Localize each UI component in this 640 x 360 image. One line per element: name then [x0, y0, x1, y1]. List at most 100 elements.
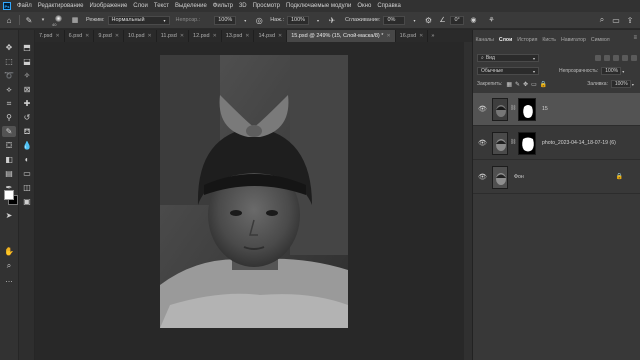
- tab-brush[interactable]: Кисть: [540, 37, 559, 43]
- close-icon[interactable]: ✕: [148, 33, 152, 39]
- tab-character[interactable]: Символ: [588, 37, 612, 43]
- layer-row[interactable]: 👁 Фон 🔒: [473, 161, 640, 194]
- move-tool-icon[interactable]: ✥: [2, 42, 16, 53]
- tab-14-psd[interactable]: 14.psd ✕: [254, 30, 288, 42]
- tab-16-psd[interactable]: 16.psd ✕: [396, 30, 429, 42]
- layer-opacity-input[interactable]: 100%: [601, 67, 622, 75]
- crop-tool-icon[interactable]: ⌗: [2, 98, 16, 109]
- link-icon[interactable]: ⛓: [510, 105, 516, 111]
- chevron-down-icon[interactable]: ▾: [632, 82, 634, 87]
- menu-view[interactable]: Просмотр: [253, 3, 280, 9]
- lock-image-icon[interactable]: ✎: [515, 81, 520, 88]
- lock-position-icon[interactable]: ✥: [523, 81, 528, 88]
- rectangle-tool-icon[interactable]: ▭: [20, 168, 34, 179]
- tab-7-psd[interactable]: 7.psd ✕: [35, 30, 65, 42]
- close-icon[interactable]: ✕: [85, 33, 89, 39]
- pressure-opacity-icon[interactable]: ◎: [254, 15, 264, 25]
- history-brush-tool-icon[interactable]: ↺: [20, 112, 34, 123]
- lock-artboard-icon[interactable]: ▭: [531, 81, 537, 88]
- eye-icon[interactable]: 👁: [478, 173, 487, 181]
- filter-shape-icon[interactable]: [622, 55, 628, 61]
- close-icon[interactable]: ✕: [180, 33, 184, 39]
- brush-preset-picker[interactable]: 40: [52, 14, 66, 27]
- menu-3d[interactable]: 3D: [239, 3, 247, 9]
- marquee-tool-icon[interactable]: ⬚: [2, 56, 16, 67]
- tab-12-psd[interactable]: 12.psd ✕: [189, 30, 222, 42]
- close-icon[interactable]: ✕: [278, 33, 282, 39]
- more-tools-icon[interactable]: …: [2, 274, 16, 285]
- foreground-color-swatch[interactable]: [4, 190, 14, 200]
- blend-mode-select[interactable]: Обычные ▾: [477, 67, 539, 75]
- chevron-down-icon[interactable]: ▾: [409, 15, 419, 25]
- tab-9-psd[interactable]: 9.psd ✕: [94, 30, 125, 42]
- menu-plugins[interactable]: Подключаемые модули: [286, 3, 351, 9]
- artboard-tool-icon[interactable]: ⬒: [20, 42, 34, 53]
- object-selection-tool-icon[interactable]: ⬓: [20, 56, 34, 67]
- tab-15-psd[interactable]: 15.psd @ 249% (15, Слой-маска/8) * ✕: [287, 30, 396, 42]
- layer-thumbnail[interactable]: [492, 98, 508, 121]
- close-icon[interactable]: ✕: [419, 33, 423, 39]
- dodge-tool-icon[interactable]: ◐: [20, 154, 34, 165]
- layer-mask-thumbnail[interactable]: [518, 132, 536, 155]
- layer-filter-select[interactable]: ⌕ Вид ▾: [477, 54, 539, 62]
- chevron-down-icon[interactable]: ▾: [313, 15, 323, 25]
- layer-row[interactable]: 👁 ⛓ 15: [473, 93, 640, 126]
- layer-mask-thumbnail[interactable]: [518, 98, 536, 121]
- layer-thumbnail[interactable]: [492, 166, 508, 189]
- pressure-size-icon[interactable]: ◉: [468, 15, 478, 25]
- lasso-tool-icon[interactable]: ➰: [2, 70, 16, 81]
- layer-row[interactable]: 👁 ⛓ photo_2023-04-14_18-07-19 (6): [473, 127, 640, 160]
- menu-image[interactable]: Изображение: [89, 3, 127, 9]
- close-icon[interactable]: ✕: [55, 33, 59, 39]
- gear-icon[interactable]: ⚙: [423, 15, 433, 25]
- smoothing-input[interactable]: 0%: [383, 15, 406, 25]
- opacity-input[interactable]: 100%: [214, 15, 237, 25]
- menu-window[interactable]: Окно: [357, 3, 371, 9]
- airbrush-icon[interactable]: ✈: [327, 15, 337, 25]
- home-icon[interactable]: ⌂: [4, 15, 14, 25]
- close-icon[interactable]: ✕: [245, 33, 249, 39]
- tab-13-psd[interactable]: 13.psd ✕: [222, 30, 255, 42]
- filter-adjustment-icon[interactable]: [604, 55, 610, 61]
- close-icon[interactable]: ✕: [213, 33, 217, 39]
- share-icon[interactable]: ⇪: [625, 15, 635, 25]
- search-icon[interactable]: ⌕: [597, 15, 607, 25]
- menu-edit[interactable]: Редактирование: [38, 3, 84, 9]
- filter-pixel-icon[interactable]: [595, 55, 601, 61]
- layer-thumbnail[interactable]: [492, 132, 508, 155]
- close-icon[interactable]: ✕: [115, 33, 119, 39]
- path-selection-tool-icon[interactable]: ➤: [2, 210, 16, 221]
- eyedropper-tool-icon[interactable]: ⚲: [2, 112, 16, 123]
- hand-tool-icon[interactable]: ✋: [2, 246, 16, 257]
- fill-input[interactable]: 100%: [610, 80, 631, 88]
- eye-icon[interactable]: 👁: [478, 139, 487, 147]
- tab-navigator[interactable]: Навигатор: [558, 37, 588, 43]
- menu-help[interactable]: Справка: [377, 3, 401, 9]
- chevron-down-icon[interactable]: ▾: [38, 15, 48, 25]
- filter-type-icon[interactable]: [613, 55, 619, 61]
- workspace-icon[interactable]: ▭: [611, 15, 621, 25]
- healing-brush-tool-icon[interactable]: ✚: [20, 98, 34, 109]
- tab-11-psd[interactable]: 11.psd ✕: [157, 30, 190, 42]
- filter-smart-object-icon[interactable]: [631, 55, 637, 61]
- symmetry-icon[interactable]: ⚘: [486, 15, 496, 25]
- tab-channels[interactable]: Каналы: [473, 37, 496, 43]
- menu-filter[interactable]: Фильтр: [213, 3, 233, 9]
- menu-file[interactable]: Файл: [17, 3, 32, 9]
- chevron-down-icon[interactable]: ▾: [240, 15, 250, 25]
- quick-mask-icon[interactable]: ◫: [20, 182, 34, 193]
- vertical-scrollbar[interactable]: [464, 42, 472, 360]
- gradient-tool-icon[interactable]: ▤: [2, 168, 16, 179]
- angle-icon[interactable]: ∠: [437, 15, 447, 25]
- tab-layers[interactable]: Слои: [496, 37, 514, 43]
- angle-input[interactable]: 0°: [450, 15, 465, 25]
- eraser-tool-icon[interactable]: ◧: [2, 154, 16, 165]
- paint-bucket-tool-icon[interactable]: ⛾: [20, 126, 34, 137]
- menu-select[interactable]: Выделение: [175, 3, 207, 9]
- mode-select[interactable]: Нормальный ▾: [107, 15, 170, 25]
- magic-wand-tool-icon[interactable]: ✧: [20, 70, 34, 81]
- zoom-tool-icon[interactable]: ⌕: [2, 260, 16, 271]
- lock-all-icon[interactable]: 🔒: [540, 81, 547, 88]
- quick-selection-tool-icon[interactable]: ⟡: [2, 84, 16, 95]
- close-icon[interactable]: ✕: [386, 33, 390, 39]
